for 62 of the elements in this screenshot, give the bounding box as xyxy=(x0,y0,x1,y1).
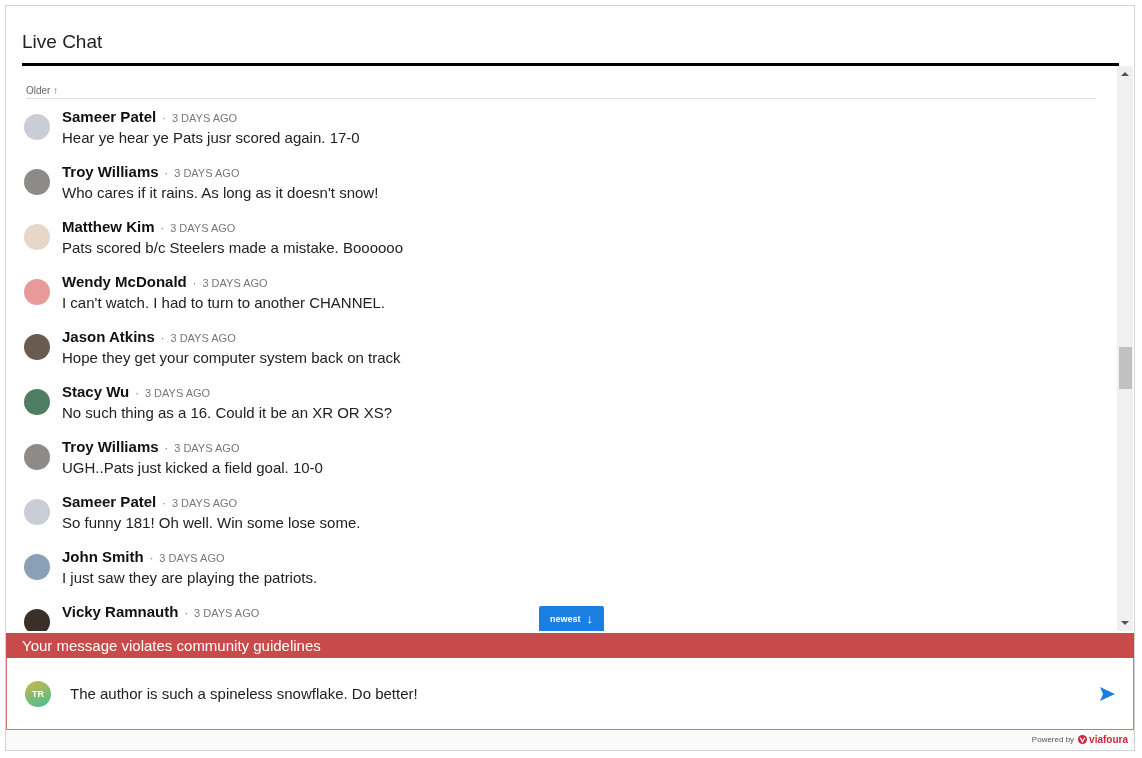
timestamp: 3 DAYS AGO xyxy=(171,112,238,124)
message-text: UGH..Pats just kicked a field goal. 10-0 xyxy=(62,459,323,476)
scrollbar[interactable] xyxy=(1117,66,1133,631)
message-text: Hear ye hear ye Pats jusr scored again. 17-0 xyxy=(62,129,360,146)
author-name: John Smith xyxy=(62,548,144,565)
author-name: Vicky Ramnauth xyxy=(62,603,179,620)
message-text: No such thing as a 16. Could it be an XR OR XS? xyxy=(62,404,393,421)
timestamp: 3 DAYS AGO xyxy=(202,277,268,289)
avatar xyxy=(24,609,50,631)
avatar xyxy=(24,169,50,195)
message-text: Pats scored b/c Steelers made a mistake. Boooooo xyxy=(62,239,403,256)
avatar xyxy=(24,279,50,305)
author-name: Jason Atkins xyxy=(62,328,155,345)
newest-button[interactable]: newest ↓ xyxy=(539,606,604,631)
avatar xyxy=(24,554,50,580)
timestamp: 3 DAYS AGO xyxy=(174,442,240,454)
avatar xyxy=(24,114,50,140)
author-name: Sameer Patel xyxy=(62,493,157,510)
older-link[interactable]: Older ↑ xyxy=(26,85,1096,99)
send-icon[interactable] xyxy=(1100,686,1115,701)
scroll-down-icon[interactable] xyxy=(1121,621,1129,625)
avatar xyxy=(24,389,50,415)
separator-dot: · xyxy=(162,112,166,124)
brand-logo[interactable]: viafoura xyxy=(1078,734,1128,745)
separator-dot: · xyxy=(149,552,154,564)
timestamp: 3 DAYS AGO xyxy=(171,497,238,509)
separator-dot: · xyxy=(164,167,169,179)
separator-dot: · xyxy=(164,442,169,454)
separator-dot: · xyxy=(162,497,166,509)
separator-dot: · xyxy=(192,277,197,289)
message-text: Hope they get your computer system back on track xyxy=(62,349,401,366)
message-input[interactable]: The author is such a spineless snowflake. Do better! xyxy=(70,685,1081,702)
separator-dot: · xyxy=(135,387,139,399)
separator-dot: · xyxy=(160,332,165,344)
separator-dot: · xyxy=(160,222,165,234)
timestamp: 3 DAYS AGO xyxy=(174,167,240,179)
user-avatar: TR xyxy=(25,680,51,707)
avatar xyxy=(24,334,50,360)
message-text: Who cares if it rains. As long as it doesn't snow! xyxy=(62,184,379,201)
chat-title: Live Chat xyxy=(21,30,104,54)
separator-dot: · xyxy=(184,607,189,619)
scroll-up-icon[interactable] xyxy=(1121,72,1129,76)
author-name: Wendy McDonald xyxy=(62,273,187,290)
author-name: Troy Williams xyxy=(62,438,159,455)
timestamp: 3 DAYS AGO xyxy=(170,222,236,234)
powered-by-text: Powered by xyxy=(1031,735,1075,744)
author-name: Stacy Wu xyxy=(62,383,130,400)
author-name: Sameer Patel xyxy=(62,108,157,125)
timestamp: 3 DAYS AGO xyxy=(194,607,260,619)
avatar xyxy=(24,499,50,525)
timestamp: 3 DAYS AGO xyxy=(159,552,225,564)
error-banner: Your message violates community guidelines xyxy=(6,633,1134,658)
scrollbar-thumb[interactable] xyxy=(1118,347,1132,389)
message-text: So funny 181! Oh well. Win some lose some. xyxy=(62,514,361,531)
author-name: Matthew Kim xyxy=(62,218,155,235)
timestamp: 3 DAYS AGO xyxy=(170,332,236,344)
author-name: Troy Williams xyxy=(62,163,159,180)
message-text: I can't watch. I had to turn to another CHANNEL. xyxy=(62,294,386,311)
message-text: I just saw they are playing the patriots. xyxy=(62,569,318,586)
avatar xyxy=(24,224,50,250)
timestamp: 3 DAYS AGO xyxy=(144,387,211,399)
avatar xyxy=(24,444,50,470)
